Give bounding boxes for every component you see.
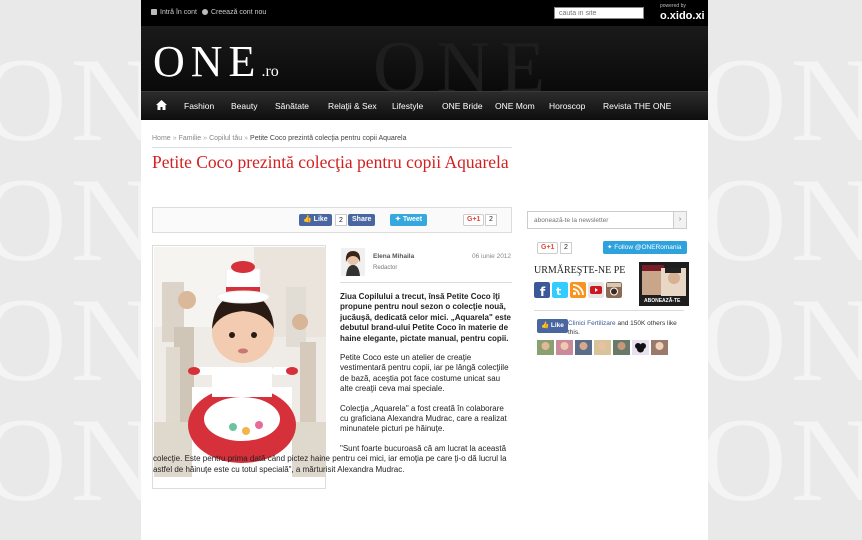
follow-us-title: URMĂREŞTE-NE PE — [534, 265, 626, 276]
twitter-icon[interactable]: t — [552, 282, 568, 298]
facebook-friend-link[interactable]: Clinici Fertilizare — [568, 320, 616, 327]
instagram-icon[interactable] — [606, 282, 622, 298]
site-logo[interactable]: ONE.ro — [153, 36, 279, 87]
top-bar: Intră în cont Creează cont nou powered b… — [141, 0, 708, 26]
author-divider — [340, 282, 512, 283]
google-plus-button[interactable]: G+1 — [463, 214, 485, 226]
breadcrumb: Home» Familie» Copilul tău» Petite Coco pre… — [152, 135, 407, 142]
facebook-like-icon: 👍 — [303, 216, 314, 223]
twitter-follow-button[interactable]: ✦ Follow @ONERomania — [603, 241, 687, 254]
article-paragraph: Petite Coco este un atelier de creaţie v… — [340, 353, 509, 394]
nav-item-sanatate[interactable]: Sănătate — [275, 101, 309, 111]
twitter-bird-icon: ✦ — [395, 216, 403, 223]
user-icon — [202, 9, 208, 16]
article-title: Petite Coco prezintă colecţia pentru cop… — [152, 152, 509, 172]
newsletter-input[interactable] — [527, 211, 676, 229]
author-role: Redactor — [373, 265, 398, 271]
site-header: ONE ONE.ro — [141, 26, 708, 109]
nav-item-horoscop[interactable]: Horoscop — [549, 101, 585, 111]
svg-text:f: f — [540, 285, 546, 298]
powered-by-label: powered by — [660, 3, 686, 9]
nav-item-one-mom[interactable]: ONE Mom — [495, 101, 535, 111]
article-body: Ziua Copilului a trecut, însă Petite Coc… — [153, 292, 512, 484]
article-date: 06 iunie 2012 — [472, 253, 512, 260]
nav-item-one-bride[interactable]: ONE Bride — [442, 101, 483, 111]
author-avatar[interactable] — [341, 248, 365, 276]
site-search-input[interactable] — [554, 7, 644, 19]
nav-item-beauty[interactable]: Beauty — [231, 101, 257, 111]
oxido-logo[interactable]: o.xido.xi — [660, 10, 705, 22]
register-link[interactable]: Creează cont nou — [202, 9, 266, 16]
breadcrumb-familie[interactable]: Familie — [179, 135, 202, 142]
fan-avatar[interactable] — [613, 340, 630, 355]
nav-item-revista-the-one[interactable]: Revista THE ONE — [603, 101, 671, 111]
rss-icon[interactable] — [570, 282, 586, 298]
main-nav: Fashion Beauty Sănătate Relaţii & Sex Li… — [141, 91, 708, 120]
facebook-like-icon: 👍 — [541, 322, 551, 329]
facebook-like-count: 2 — [335, 214, 347, 226]
sidebar-google-plus-count: 2 — [560, 242, 572, 254]
sidebar-divider — [534, 310, 684, 311]
promo-subscribe-label[interactable]: ABONEAZĂ-TE — [644, 298, 680, 304]
page-container: Intră în cont Creează cont nou powered b… — [141, 0, 708, 540]
breadcrumb-copilul-tau[interactable]: Copilul tău — [209, 135, 242, 142]
fan-avatar[interactable] — [537, 340, 554, 355]
home-icon[interactable] — [156, 100, 167, 110]
facebook-page-like-button[interactable]: 👍 Like — [537, 319, 568, 333]
article-lead: Ziua Copilului a trecut, însă Petite Coc… — [340, 292, 511, 343]
article-photo[interactable] — [154, 247, 326, 477]
sidebar-google-plus-button[interactable]: G+1 — [537, 242, 559, 254]
nav-item-relatii-sex[interactable]: Relaţii & Sex — [328, 101, 377, 111]
fan-avatar[interactable] — [632, 340, 649, 355]
background-pattern-right: ONEONEONEONE — [700, 33, 862, 526]
breadcrumb-current: Petite Coco prezintă colecţia pentru cop… — [250, 135, 407, 142]
share-bar: 👍 Like 2 Share ✦ Tweet G+1 2 — [152, 207, 512, 233]
svg-text:t: t — [556, 285, 561, 298]
google-plus-count: 2 — [485, 214, 497, 226]
breadcrumb-divider — [152, 147, 512, 148]
fan-avatar[interactable] — [556, 340, 573, 355]
author-name[interactable]: Elena Mihaila — [373, 253, 414, 260]
lock-icon — [151, 9, 157, 16]
facebook-icon[interactable]: f — [534, 282, 550, 298]
newsletter-submit-button[interactable]: › — [673, 211, 687, 229]
youtube-icon[interactable] — [588, 282, 604, 298]
fan-avatar[interactable] — [575, 340, 592, 355]
nav-item-lifestyle[interactable]: Lifestyle — [392, 101, 423, 111]
breadcrumb-home[interactable]: Home — [152, 135, 171, 142]
fan-avatar[interactable] — [594, 340, 611, 355]
nav-item-fashion[interactable]: Fashion — [184, 101, 214, 111]
article-paragraph: "Sunt foarte bucuroasă că am lucrat la a… — [153, 443, 507, 474]
facebook-like-button[interactable]: 👍 Like — [299, 214, 332, 226]
facebook-like-summary: Clinici Fertilizare and 150K others like… — [568, 320, 677, 336]
article-paragraph: Colecţia „Aquarela" a fost creată în col… — [340, 403, 507, 434]
fan-avatar[interactable] — [651, 340, 668, 355]
login-link[interactable]: Intră în cont — [151, 9, 197, 16]
facebook-share-button[interactable]: Share — [348, 214, 376, 226]
tweet-button[interactable]: ✦ Tweet — [390, 214, 428, 226]
